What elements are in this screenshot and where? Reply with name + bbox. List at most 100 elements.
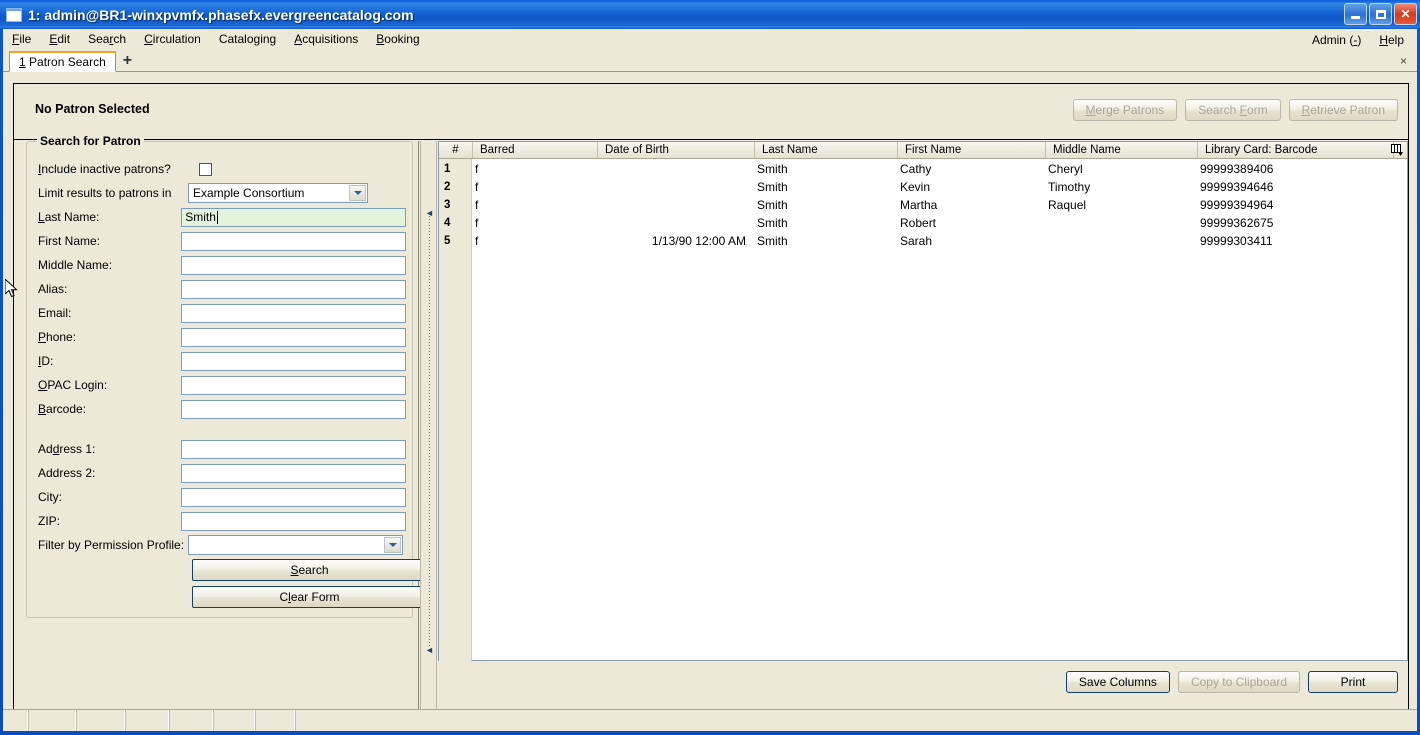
- tab-bar: 1 1 Patron SearchPatron Search + ×: [3, 50, 1417, 72]
- cell-first-name: Robert: [900, 216, 937, 230]
- column-header-last-name[interactable]: Last Name: [754, 142, 897, 158]
- status-cell-rest: [295, 710, 1417, 731]
- menu-bar-right: Admin (-) Help: [1303, 29, 1413, 50]
- status-cell-2: [28, 710, 76, 731]
- copy-to-clipboard-button[interactable]: Copy to Clipboard: [1177, 671, 1300, 693]
- status-cell-1: [3, 710, 28, 731]
- cell-last-name: Smith: [757, 180, 788, 194]
- permission-profile-select[interactable]: [188, 535, 403, 555]
- row-limit-results: Limit results to patrons in Example Cons…: [38, 181, 406, 205]
- id-input[interactable]: [181, 351, 406, 371]
- cell-number: 3: [444, 199, 451, 211]
- address-1-input[interactable]: [181, 439, 406, 459]
- row-first-name: First Name:: [38, 229, 406, 253]
- phone-input[interactable]: [181, 327, 406, 347]
- menu-edit[interactable]: Edit: [40, 30, 79, 48]
- results-footer: Save Columns Copy to Clipboard Print: [438, 663, 1408, 699]
- window-controls: ✕: [1344, 3, 1417, 25]
- menu-cataloging[interactable]: Cataloging: [210, 30, 285, 48]
- tab-patron-search[interactable]: 1 1 Patron SearchPatron Search: [9, 51, 116, 72]
- column-header-number[interactable]: #: [439, 142, 472, 158]
- table-row[interactable]: 2 f Smith Kevin Timothy 99999394646: [439, 178, 1407, 196]
- cell-barcode: 99999389406: [1200, 162, 1274, 176]
- status-cell-4: [125, 710, 169, 731]
- retrieve-patron-button[interactable]: Retrieve Patron: [1288, 99, 1398, 121]
- search-form-button[interactable]: Search Form: [1185, 99, 1281, 121]
- cell-date-of-birth: [597, 178, 754, 196]
- collapse-left-icon-2[interactable]: ◄: [425, 646, 434, 655]
- first-name-input[interactable]: [181, 231, 406, 251]
- merge-patrons-button[interactable]: Merge Patrons: [1072, 99, 1178, 121]
- limit-results-label: Limit results to patrons in: [38, 186, 172, 200]
- chevron-down-icon[interactable]: [349, 185, 366, 201]
- column-header-barred[interactable]: Barred: [472, 142, 597, 158]
- column-header-middle-name[interactable]: Middle Name: [1045, 142, 1197, 158]
- clear-form-button[interactable]: Clear Form: [192, 586, 427, 608]
- table-row[interactable]: 3 f Smith Martha Raquel 99999394964: [439, 196, 1407, 214]
- alias-input[interactable]: [181, 279, 406, 299]
- minimize-button[interactable]: [1344, 3, 1367, 25]
- opac-login-input[interactable]: [181, 375, 406, 395]
- limit-results-value: Example Consortium: [193, 186, 305, 200]
- cell-number: 2: [444, 181, 451, 193]
- cell-date-of-birth: [597, 214, 754, 232]
- menu-bar: File Edit Search Circulation Cataloging …: [3, 29, 1417, 50]
- split-container: Search for Patron Include inactive patro…: [14, 134, 1408, 721]
- chevron-down-icon[interactable]: [384, 537, 401, 553]
- window-icon: [6, 7, 22, 22]
- menu-admin[interactable]: Admin (-): [1303, 31, 1370, 49]
- client-area: File Edit Search Circulation Cataloging …: [3, 29, 1417, 731]
- row-zip: ZIP:: [38, 509, 406, 533]
- save-columns-button[interactable]: Save Columns: [1065, 671, 1170, 693]
- content-panel: No Patron Selected Merge Patrons Search …: [13, 83, 1409, 722]
- status-cell-3: [76, 710, 125, 731]
- last-name-input[interactable]: Smith: [181, 207, 406, 227]
- row-address-2: Address 2:: [38, 461, 406, 485]
- cell-first-name: Cathy: [900, 162, 932, 176]
- city-input[interactable]: [181, 487, 406, 507]
- column-picker-icon[interactable]: [1390, 143, 1404, 157]
- cell-middle-name: [1048, 232, 1197, 250]
- address-1-label: Address 1:: [38, 442, 96, 456]
- middle-name-label: Middle Name:: [38, 258, 113, 272]
- row-last-name: Last Name: Smith: [38, 205, 406, 229]
- close-button[interactable]: ✕: [1394, 3, 1417, 25]
- pane-splitter[interactable]: ◄ ◄: [420, 141, 437, 721]
- patron-header: No Patron Selected Merge Patrons Search …: [14, 84, 1408, 140]
- close-icon: ✕: [1400, 7, 1411, 21]
- table-row[interactable]: 5 f 1/13/90 12:00 AM Smith Sarah 9999930…: [439, 232, 1407, 250]
- menu-booking[interactable]: Booking: [367, 30, 428, 48]
- row-permission-profile: Filter by Permission Profile:: [38, 533, 406, 557]
- include-inactive-checkbox[interactable]: [199, 162, 212, 176]
- address-2-input[interactable]: [181, 463, 406, 483]
- first-name-label: First Name:: [38, 234, 101, 248]
- zip-label: ZIP:: [38, 514, 61, 528]
- column-header-first-name[interactable]: First Name: [897, 142, 1045, 158]
- cell-first-name: Sarah: [900, 234, 933, 248]
- status-cell-7: [255, 710, 295, 731]
- column-header-date-of-birth[interactable]: Date of Birth: [597, 142, 754, 158]
- middle-name-input[interactable]: [181, 255, 406, 275]
- zip-input[interactable]: [181, 511, 406, 531]
- menu-search[interactable]: Search: [79, 30, 135, 48]
- barcode-input[interactable]: [181, 399, 406, 419]
- table-row[interactable]: 1 f Smith Cathy Cheryl 99999389406: [439, 160, 1407, 178]
- table-row[interactable]: 4 f Smith Robert 99999362675: [439, 214, 1407, 232]
- search-button[interactable]: Search: [192, 559, 427, 581]
- limit-results-select[interactable]: Example Consortium: [188, 183, 368, 203]
- menu-acquisitions[interactable]: Acquisitions: [285, 30, 367, 48]
- email-input[interactable]: [181, 303, 406, 323]
- menu-help[interactable]: Help: [1370, 31, 1413, 49]
- close-tab-icon[interactable]: ×: [1400, 54, 1407, 68]
- menu-file[interactable]: File: [3, 30, 40, 48]
- email-label: Email:: [38, 306, 72, 320]
- new-tab-button[interactable]: +: [123, 53, 132, 71]
- menu-circulation[interactable]: Circulation: [135, 30, 210, 48]
- cell-barred: f: [475, 198, 479, 212]
- cell-date-of-birth: [597, 196, 754, 214]
- results-grid: # Barred Date of Birth Last Name First N…: [438, 141, 1408, 661]
- column-header-library-card-barcode[interactable]: Library Card: Barcode: [1197, 142, 1393, 158]
- print-button[interactable]: Print: [1308, 671, 1398, 693]
- status-cell-5: [169, 710, 213, 731]
- maximize-button[interactable]: [1369, 3, 1392, 25]
